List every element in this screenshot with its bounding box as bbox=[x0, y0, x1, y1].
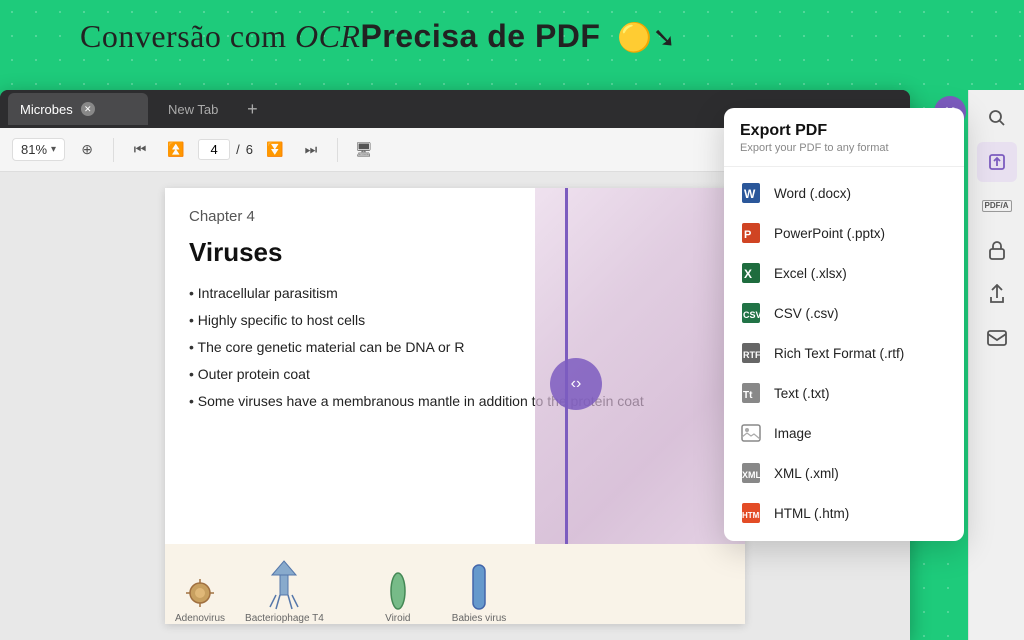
export-csv-button[interactable]: CSV CSV (.csv) bbox=[724, 293, 964, 333]
rtf-icon: RTF bbox=[740, 342, 762, 364]
word-icon: W bbox=[740, 182, 762, 204]
page-total: 6 bbox=[246, 142, 253, 157]
bacteriophage-label: Bacteriophage T4 bbox=[245, 613, 324, 624]
next-page-button[interactable]: ⏬ bbox=[261, 136, 289, 164]
export-powerpoint-label: PowerPoint (.pptx) bbox=[774, 226, 885, 241]
babies-virus-label: Babies virus bbox=[452, 613, 506, 624]
sidebar-pdfa-button[interactable]: PDF/A bbox=[977, 186, 1017, 226]
csv-icon: CSV bbox=[740, 302, 762, 324]
zoom-control[interactable]: 81% ▾ bbox=[12, 138, 65, 161]
hero-heading: Conversão com OCRPrecisa de PDF 🟡➘ bbox=[80, 18, 676, 55]
svg-text:CSV: CSV bbox=[743, 310, 761, 320]
image-icon bbox=[740, 422, 762, 444]
xml-icon: XML bbox=[740, 462, 762, 484]
last-page-button[interactable]: ⏭ bbox=[297, 136, 325, 164]
right-sidebar: PDF/A bbox=[968, 90, 1024, 640]
adenovirus-item: Adenovirus bbox=[175, 575, 225, 624]
tab-microbes[interactable]: Microbes ✕ bbox=[8, 93, 148, 125]
export-xml-button[interactable]: XML XML (.xml) bbox=[724, 453, 964, 493]
viroid-icon bbox=[384, 571, 412, 611]
svg-text:W: W bbox=[744, 187, 756, 201]
tab-close-button[interactable]: ✕ bbox=[81, 102, 95, 116]
adenovirus-label: Adenovirus bbox=[175, 613, 225, 624]
export-title: Export PDF bbox=[740, 122, 948, 140]
hero-arrow: 🟡➘ bbox=[617, 21, 676, 55]
page-input[interactable] bbox=[198, 139, 230, 160]
export-image-button[interactable]: Image bbox=[724, 413, 964, 453]
export-image-label: Image bbox=[774, 426, 812, 441]
export-powerpoint-button[interactable]: P PowerPoint (.pptx) bbox=[724, 213, 964, 253]
text-icon: Tt bbox=[740, 382, 762, 404]
lock-icon bbox=[988, 240, 1006, 260]
page-separator: / bbox=[236, 142, 240, 157]
search-icon bbox=[987, 108, 1007, 128]
toolbar-separator-1 bbox=[113, 138, 114, 162]
first-page-button[interactable]: ⏮ bbox=[126, 136, 154, 164]
viroid-label: Viroid bbox=[385, 613, 410, 624]
export-xml-label: XML (.xml) bbox=[774, 466, 839, 481]
svg-text:RTF: RTF bbox=[743, 350, 761, 360]
sidebar-share-button[interactable] bbox=[977, 274, 1017, 314]
hero-text-part1: Conversão com bbox=[80, 18, 295, 54]
new-tab-button[interactable]: + bbox=[238, 95, 266, 123]
tab-newtab-label: New Tab bbox=[168, 102, 218, 117]
export-icon bbox=[987, 152, 1007, 172]
svg-text:P: P bbox=[744, 229, 751, 241]
export-csv-label: CSV (.csv) bbox=[774, 306, 839, 321]
hero-text-part2: Precisa de PDF bbox=[360, 18, 600, 54]
adenovirus-icon bbox=[182, 575, 218, 611]
sidebar-search-button[interactable] bbox=[977, 98, 1017, 138]
toolbar-separator-2 bbox=[337, 138, 338, 162]
export-text-label: Text (.txt) bbox=[774, 386, 830, 401]
hero-ocr: OCR bbox=[295, 18, 361, 54]
export-excel-button[interactable]: X Excel (.xlsx) bbox=[724, 253, 964, 293]
babies-virus-item: Babies virus bbox=[452, 563, 506, 624]
scroll-indicator-button[interactable]: ‹ › bbox=[550, 358, 602, 410]
export-rtf-button[interactable]: RTF Rich Text Format (.rtf) bbox=[724, 333, 964, 373]
export-divider bbox=[724, 166, 964, 167]
export-text-button[interactable]: Tt Text (.txt) bbox=[724, 373, 964, 413]
bacteriophage-icon bbox=[266, 559, 302, 611]
sidebar-lock-button[interactable] bbox=[977, 230, 1017, 270]
scroll-right-chevron: › bbox=[576, 375, 581, 393]
svg-text:XML: XML bbox=[742, 470, 761, 480]
html-icon: HTML bbox=[740, 502, 762, 524]
pdfa-badge: PDF/A bbox=[982, 200, 1012, 212]
tab-new-tab[interactable]: New Tab bbox=[152, 93, 234, 125]
tab-microbes-label: Microbes bbox=[20, 102, 73, 117]
present-button[interactable]: 🖥 bbox=[350, 136, 378, 164]
sidebar-export-button[interactable] bbox=[977, 142, 1017, 182]
sidebar-mail-button[interactable] bbox=[977, 318, 1017, 358]
svg-text:X: X bbox=[744, 267, 752, 281]
svg-text:Tt: Tt bbox=[743, 390, 753, 401]
pdf-page: Chapter 4 Viruses Intracellular parasiti… bbox=[165, 188, 745, 624]
export-excel-label: Excel (.xlsx) bbox=[774, 266, 847, 281]
export-html-button[interactable]: HTML HTML (.htm) bbox=[724, 493, 964, 533]
export-word-label: Word (.docx) bbox=[774, 186, 851, 201]
svg-text:HTML: HTML bbox=[742, 511, 761, 520]
mail-icon bbox=[987, 330, 1007, 346]
export-html-label: HTML (.htm) bbox=[774, 506, 849, 521]
virus-images-area: Adenovirus Bacteriophage T4 bbox=[165, 544, 745, 624]
zoom-arrow: ▾ bbox=[51, 144, 56, 155]
viroid-item: Viroid bbox=[384, 571, 412, 624]
export-word-button[interactable]: W Word (.docx) bbox=[724, 173, 964, 213]
export-pdf-dropdown: Export PDF Export your PDF to any format… bbox=[724, 108, 964, 541]
zoom-value: 81% bbox=[21, 142, 47, 157]
share-icon bbox=[988, 284, 1006, 304]
page-indicator: / 6 bbox=[198, 139, 253, 160]
excel-icon: X bbox=[740, 262, 762, 284]
export-rtf-label: Rich Text Format (.rtf) bbox=[774, 346, 904, 361]
bacteriophage-item: Bacteriophage T4 bbox=[245, 559, 324, 624]
add-page-button[interactable]: ⊕ bbox=[73, 136, 101, 164]
babies-virus-icon bbox=[467, 563, 491, 611]
powerpoint-icon: P bbox=[740, 222, 762, 244]
prev-page-button[interactable]: ⏫ bbox=[162, 136, 190, 164]
export-header: Export PDF Export your PDF to any format bbox=[724, 108, 964, 160]
export-subtitle: Export your PDF to any format bbox=[740, 142, 948, 154]
